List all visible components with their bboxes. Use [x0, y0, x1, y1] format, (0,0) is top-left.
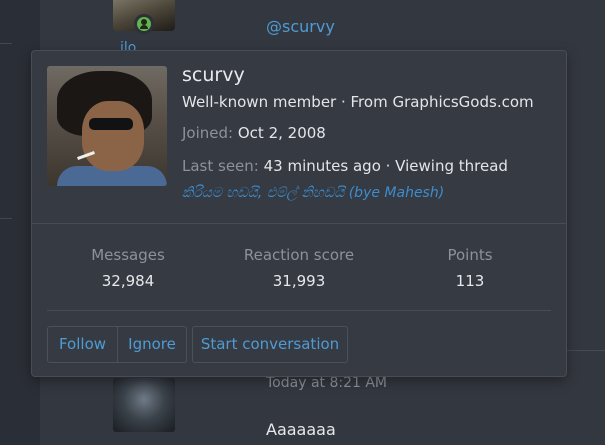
member-joined: Joined: Oct 2, 2008: [182, 124, 326, 142]
post-timestamp[interactable]: Today at 8:21 AM: [266, 375, 387, 391]
gutter-line: [0, 218, 12, 219]
last-seen-label: Last seen:: [182, 157, 259, 175]
online-status-icon: [134, 14, 154, 34]
follow-button[interactable]: Follow: [47, 326, 118, 363]
stat-value: 32,984: [101, 272, 155, 290]
last-seen-value: 43 minutes ago · Viewing thread: [263, 157, 508, 175]
stat-label: Reaction score: [243, 246, 355, 264]
stat-label: Messages: [91, 246, 165, 264]
member-username[interactable]: scurvy: [182, 64, 245, 86]
post-separator: [567, 350, 605, 351]
joined-value: Oct 2, 2008: [237, 124, 326, 142]
member-last-seen: Last seen: 43 minutes ago · Viewing thre…: [182, 157, 508, 175]
post-message: Aaaaaaa: [266, 420, 336, 439]
stat-value: 31,993: [272, 272, 326, 290]
start-conversation-button[interactable]: Start conversation: [192, 326, 348, 363]
member-avatar[interactable]: [47, 66, 167, 186]
stat-reaction-score: Reaction score 31,993: [219, 246, 379, 290]
card-divider: [32, 223, 566, 224]
joined-label: Joined:: [182, 124, 234, 142]
member-title: Well-known member · From GraphicsGods.co…: [182, 93, 534, 111]
card-divider: [47, 310, 551, 311]
user-mention-link[interactable]: @scurvy: [266, 17, 335, 36]
post-avatar[interactable]: [113, 378, 175, 432]
stat-label: Points: [447, 246, 493, 264]
ignore-button[interactable]: Ignore: [117, 326, 187, 363]
stat-messages: Messages 32,984: [48, 246, 208, 290]
stat-points: Points 113: [390, 246, 550, 290]
gutter-line: [0, 43, 12, 44]
stat-value: 113: [455, 272, 485, 290]
member-signature: කිරියම හඩයි, එම්ල් නිහඩයි (bye Mahesh): [182, 185, 445, 201]
